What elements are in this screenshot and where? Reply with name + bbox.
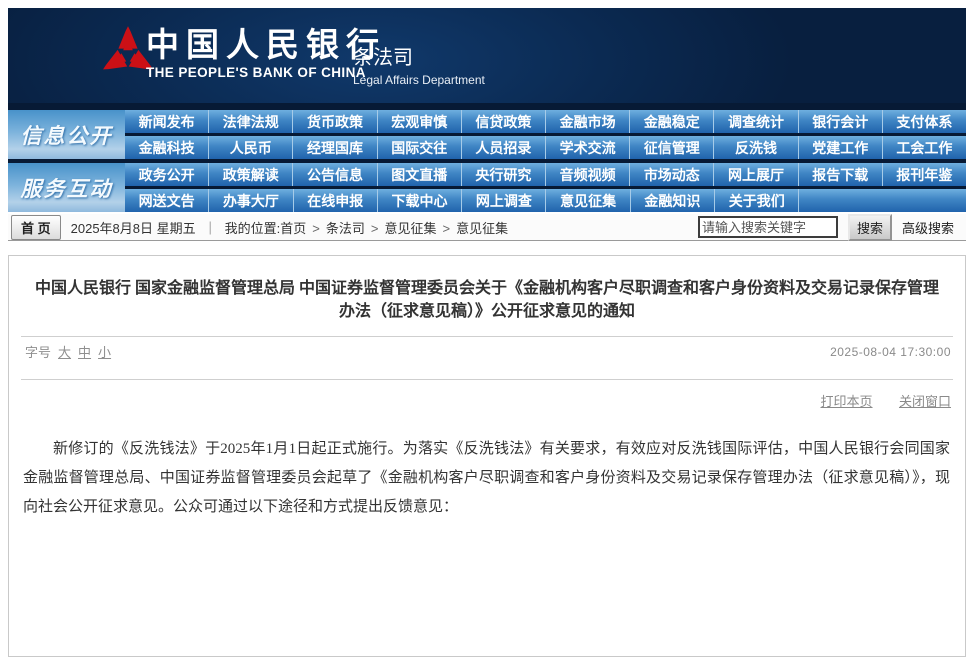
- bank-name-cn: 中国人民银行: [146, 28, 386, 64]
- nav-item[interactable]: 报刊年鉴: [882, 163, 966, 186]
- home-button[interactable]: 首 页: [11, 215, 61, 240]
- nav-item[interactable]: 政策解读: [208, 163, 292, 186]
- nav-item[interactable]: 学术交流: [545, 136, 629, 159]
- nav-item[interactable]: 信贷政策: [461, 110, 545, 133]
- department-block: 条法司 Legal Affairs Department: [353, 46, 485, 87]
- breadcrumb-item[interactable]: 意见征集: [384, 221, 436, 236]
- department-name-cn: 条法司: [353, 46, 485, 70]
- nav-item[interactable]: 支付体系: [882, 110, 966, 133]
- article-title: 中国人民银行 国家金融监督管理总局 中国证券监督管理委员会关于《金融机构客户尽职…: [31, 277, 943, 323]
- nav-item[interactable]: 央行研究: [461, 163, 545, 186]
- nav-item[interactable]: 音频视频: [545, 163, 629, 186]
- breadcrumb-separator: >: [442, 221, 450, 236]
- nav-item[interactable]: 网上调查: [461, 189, 545, 212]
- font-size-label: 字号: [25, 345, 51, 360]
- search-input[interactable]: [698, 216, 838, 238]
- nav-item[interactable]: 人民币: [208, 136, 292, 159]
- article-paragraph: 新修订的《反洗钱法》于2025年1月1日起正式施行。为落实《反洗钱法》有关要求，…: [23, 435, 950, 522]
- nav-item[interactable]: 党建工作: [798, 136, 882, 159]
- nav-item[interactable]: 政务公开: [125, 163, 208, 186]
- nav-section-info: 信息公开 新闻发布法律法规货币政策宏观审慎信贷政策金融市场金融稳定调查统计银行会…: [8, 110, 966, 159]
- nav-rows: 新闻发布法律法规货币政策宏观审慎信贷政策金融市场金融稳定调查统计银行会计支付体系…: [125, 110, 966, 159]
- breadcrumb-item[interactable]: 条法司: [326, 221, 365, 236]
- nav-section-label: 服务互动: [8, 163, 125, 212]
- nav-filler: [798, 189, 966, 212]
- page: 中国人民银行 THE PEOPLE'S BANK OF CHINA 条法司 Le…: [0, 0, 974, 657]
- nav-section-label-text: 服务互动: [21, 173, 113, 203]
- nav-item[interactable]: 金融稳定: [629, 110, 713, 133]
- breadcrumb-item[interactable]: 意见征集: [456, 221, 508, 236]
- nav-item[interactable]: 宏观审慎: [377, 110, 461, 133]
- nav-row: 新闻发布法律法规货币政策宏观审慎信贷政策金融市场金融稳定调查统计银行会计支付体系: [125, 110, 966, 133]
- nav-item[interactable]: 征信管理: [629, 136, 713, 159]
- nav-section-label-text: 信息公开: [21, 120, 113, 150]
- print-page-link[interactable]: 打印本页: [821, 394, 873, 409]
- article-container: 中国人民银行 国家金融监督管理总局 中国证券监督管理委员会关于《金融机构客户尽职…: [8, 255, 966, 657]
- nav-item[interactable]: 国际交往: [377, 136, 461, 159]
- font-size-option[interactable]: 小: [98, 345, 111, 360]
- nav-item[interactable]: 工会工作: [882, 136, 966, 159]
- current-date: 2025年8月8日 星期五: [71, 218, 196, 237]
- close-window-link[interactable]: 关闭窗口: [899, 394, 951, 409]
- search-button[interactable]: 搜索: [848, 214, 892, 241]
- nav-item[interactable]: 金融知识: [630, 189, 714, 212]
- nav-item[interactable]: 反洗钱: [713, 136, 797, 159]
- nav-item[interactable]: 金融市场: [545, 110, 629, 133]
- nav-item[interactable]: 调查统计: [713, 110, 797, 133]
- nav-section-label: 信息公开: [8, 110, 125, 159]
- nav-rows: 政务公开政策解读公告信息图文直播央行研究音频视频市场动态网上展厅报告下载报刊年鉴…: [125, 163, 966, 212]
- bank-name-en: THE PEOPLE'S BANK OF CHINA: [146, 65, 386, 80]
- nav-item[interactable]: 意见征集: [545, 189, 629, 212]
- nav-item[interactable]: 下载中心: [377, 189, 461, 212]
- nav-item[interactable]: 网送文告: [125, 189, 208, 212]
- nav-item[interactable]: 经理国库: [292, 136, 376, 159]
- nav-item[interactable]: 法律法规: [208, 110, 292, 133]
- advanced-search-link[interactable]: 高级搜索: [902, 218, 954, 237]
- article-actions-row: 打印本页 关闭窗口: [9, 380, 965, 411]
- main-navigation: 信息公开 新闻发布法律法规货币政策宏观审慎信贷政策金融市场金融稳定调查统计银行会…: [8, 110, 966, 212]
- breadcrumb-separator: >: [371, 221, 379, 236]
- article-meta-row: 字号大中小 2025-08-04 17:30:00: [9, 337, 965, 366]
- bank-name-block: 中国人民银行 THE PEOPLE'S BANK OF CHINA: [146, 28, 386, 80]
- nav-item[interactable]: 新闻发布: [125, 110, 208, 133]
- nav-item[interactable]: 报告下载: [798, 163, 882, 186]
- breadcrumb-path: > 条法司 > 意见征集 > 意见征集: [306, 218, 508, 237]
- font-size-option[interactable]: 中: [78, 345, 91, 360]
- pipe-divider: ｜: [204, 218, 217, 237]
- header-banner: 中国人民银行 THE PEOPLE'S BANK OF CHINA 条法司 Le…: [8, 8, 966, 110]
- nav-item[interactable]: 银行会计: [798, 110, 882, 133]
- publish-datetime: 2025-08-04 17:30:00: [830, 345, 951, 359]
- nav-item[interactable]: 在线申报: [293, 189, 377, 212]
- nav-row: 网送文告办事大厅在线申报下载中心网上调查意见征集金融知识关于我们: [125, 189, 966, 212]
- nav-item[interactable]: 网上展厅: [713, 163, 797, 186]
- nav-item[interactable]: 人员招录: [461, 136, 545, 159]
- nav-row: 政务公开政策解读公告信息图文直播央行研究音频视频市场动态网上展厅报告下载报刊年鉴: [125, 163, 966, 186]
- nav-item[interactable]: 公告信息: [292, 163, 376, 186]
- nav-item[interactable]: 市场动态: [629, 163, 713, 186]
- nav-item[interactable]: 货币政策: [292, 110, 376, 133]
- font-size-control: 字号大中小: [25, 342, 111, 361]
- nav-item[interactable]: 办事大厅: [208, 189, 292, 212]
- nav-item[interactable]: 图文直播: [377, 163, 461, 186]
- nav-item[interactable]: 金融科技: [125, 136, 208, 159]
- department-name-en: Legal Affairs Department: [353, 73, 485, 87]
- breadcrumb-location-label[interactable]: 我的位置:首页: [225, 218, 307, 237]
- nav-item[interactable]: 关于我们: [714, 189, 798, 212]
- breadcrumb-separator: >: [312, 221, 320, 236]
- font-size-option[interactable]: 大: [58, 345, 71, 360]
- nav-row: 金融科技人民币经理国库国际交往人员招录学术交流征信管理反洗钱党建工作工会工作: [125, 136, 966, 159]
- breadcrumb-bar: 首 页 2025年8月8日 星期五 ｜ 我的位置:首页 > 条法司 > 意见征集 > 意见…: [8, 214, 966, 241]
- nav-section-service: 服务互动 政务公开政策解读公告信息图文直播央行研究音频视频市场动态网上展厅报告下…: [8, 163, 966, 212]
